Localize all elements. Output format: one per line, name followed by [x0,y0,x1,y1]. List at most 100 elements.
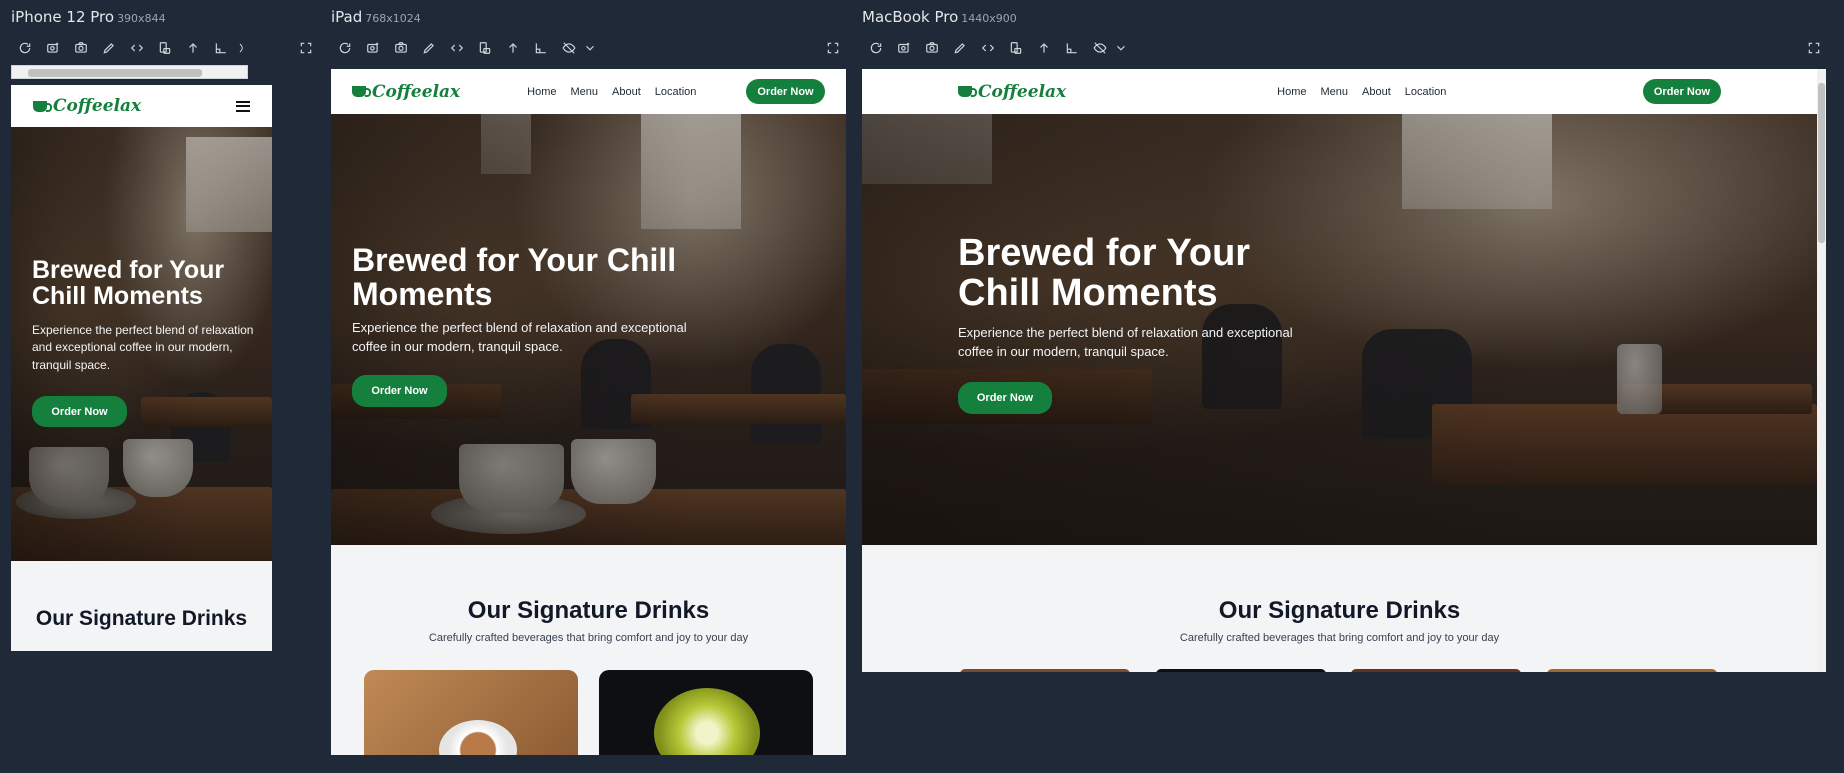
vertical-scrollbar[interactable] [1817,69,1826,672]
code-icon[interactable] [123,38,151,58]
nav-order-button[interactable]: Order Now [1643,79,1721,104]
refresh-icon[interactable] [11,38,39,58]
hero-subtitle: Experience the perfect blend of relaxati… [32,323,254,372]
coffee-cup-icon [33,100,52,112]
nav-link-about[interactable]: About [612,86,641,98]
scrollbar-thumb[interactable] [28,69,202,77]
hero-section: Brewed for Your Chill Moments Experience… [862,114,1817,545]
nav-link-location[interactable]: Location [655,86,697,98]
pen-icon[interactable] [95,38,123,58]
device-title-macbook: MacBook Pro 1440x900 [862,8,1017,26]
brand-logo[interactable]: Coffeelax [352,82,460,102]
arrow-up-icon[interactable] [499,38,527,58]
coffee-cup-icon [352,86,371,97]
section-subtitle: Carefully crafted beverages that bring c… [1179,632,1500,644]
hero-section: Brewed for Your Chill Moments Experience… [331,114,846,545]
device-name: iPad [331,8,363,26]
camera-plus-icon[interactable] [359,38,387,58]
site-navbar: Coffeelax Home Menu About Location Order… [862,69,1817,114]
device-toolbar [331,38,597,58]
ruler-icon[interactable] [1058,38,1086,58]
arrow-up-icon[interactable] [179,38,207,58]
nav-link-home[interactable]: Home [527,86,556,98]
signature-drinks-section: Our Signature Drinks [11,561,272,651]
fullscreen-icon[interactable] [823,38,843,58]
drink-card-3[interactable] [1351,669,1521,672]
nav-order-button[interactable]: Order Now [746,79,825,104]
device-toolbar [11,38,247,58]
drink-card-2[interactable] [1156,669,1326,672]
screenshot-icon[interactable] [67,38,95,58]
code-icon[interactable] [974,38,1002,58]
hero-order-button[interactable]: Order Now [32,396,127,427]
device-toolbar [862,38,1128,58]
rotate-device-icon[interactable] [471,38,499,58]
chevron-down-icon[interactable] [1114,38,1128,58]
hero-order-button[interactable]: Order Now [958,382,1052,414]
nav-link-menu[interactable]: Menu [571,86,599,98]
brand-logo[interactable]: Coffeelax [33,96,141,116]
drink-card-matcha[interactable] [599,670,813,755]
hero-title: Brewed for Your Chill Moments [32,256,225,311]
section-title: Our Signature Drinks [35,607,248,630]
drink-card-4[interactable] [1547,669,1717,672]
hamburger-menu-icon[interactable] [236,100,250,112]
drink-card-1[interactable] [960,669,1130,672]
brand-name: Coffeelax [978,81,1067,102]
signature-drinks-section: Our Signature Drinks Carefully crafted b… [862,545,1817,672]
pen-icon[interactable] [415,38,443,58]
horizontal-scrollbar[interactable] [11,65,248,79]
macbook-viewport: Coffeelax Home Menu About Location Order… [862,69,1826,672]
iphone-viewport: Coffeelax Brewed for Your Chill Moments … [11,85,272,651]
ipad-viewport: Coffeelax Home Menu About Location Order… [331,69,846,755]
refresh-icon[interactable] [862,38,890,58]
fullscreen-icon[interactable] [1804,38,1824,58]
hero-order-button[interactable]: Order Now [352,375,447,407]
coffee-cup-icon [958,86,977,97]
nav-link-location[interactable]: Location [1405,86,1447,98]
device-title-ipad: iPad 768x1024 [331,8,421,26]
signature-drinks-section: Our Signature Drinks Carefully crafted b… [331,545,846,755]
hero-section: Brewed for Your Chill Moments Experience… [11,127,272,561]
device-resolution: 768x1024 [365,12,421,25]
camera-plus-icon[interactable] [890,38,918,58]
arrow-up-icon[interactable] [1030,38,1058,58]
refresh-icon[interactable] [331,38,359,58]
nav-link-about[interactable]: About [1362,86,1391,98]
drink-card-coffee[interactable] [364,670,578,755]
device-name: iPhone 12 Pro [11,8,115,26]
brand-logo[interactable]: Coffeelax [958,82,1066,102]
code-icon[interactable] [443,38,471,58]
device-resolution: 1440x900 [961,12,1017,25]
pen-icon[interactable] [946,38,974,58]
coffee-cup-image [439,720,517,755]
brand-name: Coffeelax [372,81,461,102]
fullscreen-icon[interactable] [296,38,316,58]
chevron-down-icon[interactable] [583,38,597,58]
screenshot-icon[interactable] [918,38,946,58]
rotate-device-icon[interactable] [151,38,179,58]
ruler-icon[interactable] [527,38,555,58]
device-resolution: 390x844 [117,12,166,25]
more-icon[interactable] [235,38,247,58]
section-title: Our Signature Drinks [467,597,710,624]
section-title: Our Signature Drinks [1218,597,1461,624]
eye-off-icon[interactable] [555,38,583,58]
site-navbar: Coffeelax Home Menu About Location Order… [331,69,846,114]
rotate-device-icon[interactable] [1002,38,1030,58]
hero-title: Brewed for Your Chill Moments [958,232,1251,314]
brand-name: Coffeelax [53,96,142,116]
screenshot-icon[interactable] [387,38,415,58]
ruler-icon[interactable] [207,38,235,58]
device-title-iphone: iPhone 12 Pro 390x844 [11,8,166,26]
eye-off-icon[interactable] [1086,38,1114,58]
nav-link-home[interactable]: Home [1277,86,1306,98]
nav-links: Home Menu About Location [527,86,696,98]
scrollbar-thumb[interactable] [1818,83,1825,243]
hero-subtitle: Experience the perfect blend of relaxati… [958,325,1293,359]
device-name: MacBook Pro [862,8,959,26]
camera-plus-icon[interactable] [39,38,67,58]
nav-links: Home Menu About Location [1277,86,1446,98]
nav-link-menu[interactable]: Menu [1321,86,1349,98]
hero-subtitle: Experience the perfect blend of relaxati… [352,320,687,354]
